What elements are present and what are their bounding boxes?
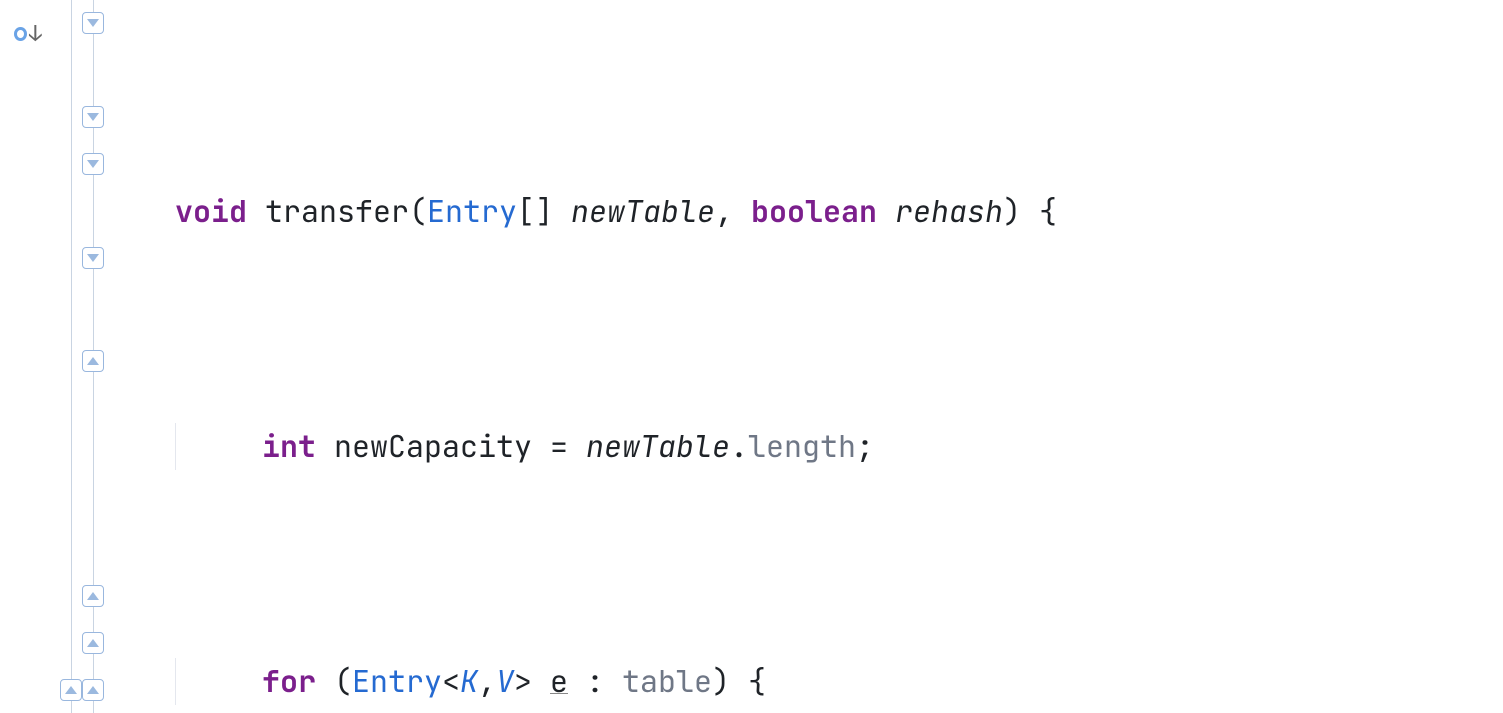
fold-toggle[interactable] bbox=[82, 585, 104, 607]
override-arrow-icon: ↓ bbox=[29, 10, 42, 57]
type-param: V bbox=[496, 661, 514, 701]
method-name: transfer bbox=[265, 191, 409, 231]
fold-toggle[interactable] bbox=[82, 679, 104, 701]
keyword: void bbox=[175, 191, 247, 231]
fold-toggle[interactable] bbox=[82, 106, 104, 128]
type-param: K bbox=[460, 661, 478, 701]
fold-toggle[interactable] bbox=[82, 247, 104, 269]
gutter: ↓ bbox=[0, 0, 115, 713]
fold-toggle[interactable] bbox=[82, 632, 104, 654]
code-line[interactable]: int newCapacity = newTable.length; bbox=[175, 423, 1503, 470]
identifier: table bbox=[622, 661, 712, 701]
override-circle-icon bbox=[14, 27, 27, 41]
type: Entry bbox=[352, 661, 442, 701]
fold-column bbox=[60, 0, 115, 713]
keyword: int bbox=[262, 426, 316, 466]
fold-toggle[interactable] bbox=[82, 153, 104, 175]
parameter: rehash bbox=[895, 191, 1003, 231]
keyword: boolean bbox=[751, 191, 877, 231]
code-line[interactable]: void transfer(Entry[] newTable, boolean … bbox=[175, 188, 1503, 235]
identifier: newCapacity bbox=[334, 426, 532, 466]
property: length bbox=[748, 426, 856, 466]
keyword: for bbox=[262, 661, 316, 701]
code-line[interactable]: for (Entry<K,V> e : table) { bbox=[175, 658, 1503, 705]
code-editor: ↓ void transfer(Entry[] newTable, boolea… bbox=[0, 0, 1503, 713]
fold-toggle[interactable] bbox=[82, 12, 104, 34]
identifier: e bbox=[550, 661, 568, 701]
identifier: newTable bbox=[586, 426, 730, 466]
code-area[interactable]: void transfer(Entry[] newTable, boolean … bbox=[115, 0, 1503, 713]
override-marker[interactable]: ↓ bbox=[14, 10, 42, 57]
parameter: newTable bbox=[571, 191, 715, 231]
fold-toggle[interactable] bbox=[82, 350, 104, 372]
type: Entry bbox=[427, 191, 517, 231]
fold-toggle[interactable] bbox=[60, 679, 82, 701]
